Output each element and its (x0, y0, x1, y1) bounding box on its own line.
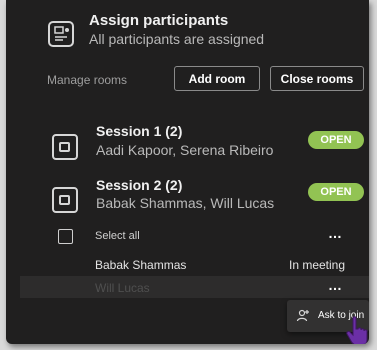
participant-name: Babak Shammas (95, 258, 187, 272)
breakout-rooms-panel: Assign participants All participants are… (6, 0, 369, 344)
participant-row-hover[interactable] (20, 276, 369, 298)
assign-participants-icon[interactable] (47, 20, 75, 48)
select-all-label[interactable]: Select all (95, 230, 140, 242)
person-add-icon (296, 309, 309, 322)
hand-cursor-icon (346, 316, 368, 344)
select-all-checkbox[interactable] (58, 229, 73, 244)
room-2-name[interactable]: Session 2 (2) (96, 177, 182, 193)
room-1-participants: Aadi Kapoor, Serena Ribeiro (96, 142, 274, 158)
room-1-status-badge: OPEN (308, 131, 364, 149)
assign-participants-title[interactable]: Assign participants (89, 12, 228, 29)
room-1-name[interactable]: Session 1 (2) (96, 123, 182, 139)
close-rooms-button[interactable]: Close rooms (270, 66, 364, 91)
room-icon (52, 134, 78, 160)
manage-rooms-label: Manage rooms (47, 73, 128, 87)
room-icon (52, 187, 78, 213)
participant-name: Will Lucas (95, 281, 150, 295)
select-all-more-button[interactable]: … (328, 225, 343, 241)
participant-status: In meeting (289, 258, 346, 272)
assign-participants-subtitle: All participants are assigned (89, 31, 265, 47)
room-2-status-badge: OPEN (308, 183, 364, 201)
room-2-participants: Babak Shammas, Will Lucas (96, 195, 275, 211)
participant-more-button[interactable]: … (328, 277, 343, 293)
add-room-button[interactable]: Add room (174, 66, 260, 91)
